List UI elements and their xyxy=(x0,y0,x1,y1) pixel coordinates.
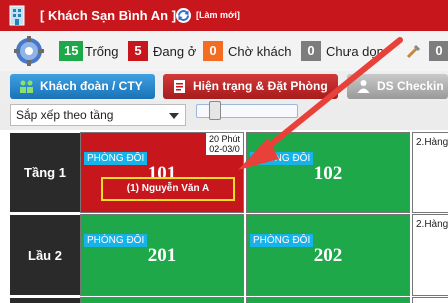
room-card-101[interactable]: PHÒNG ĐÔI 101 20 Phút 02-03/0 (1) Nguyễn… xyxy=(80,132,244,213)
settings-gear-icon[interactable] xyxy=(12,35,46,67)
uncleaned-count: 0 xyxy=(301,41,321,61)
sort-selected-value: Sắp xếp theo tầng xyxy=(16,108,114,122)
occupied-count: 5 xyxy=(128,41,148,61)
repair-tools-icon xyxy=(406,44,421,59)
title-bar: [ Khách Sạn Bình An ] [Làm mới] xyxy=(0,0,448,31)
room-card-next-1[interactable] xyxy=(80,297,244,303)
document-icon xyxy=(174,80,185,93)
sort-dropdown[interactable]: Sắp xếp theo tầng xyxy=(10,104,186,126)
hotel-name: [ Khách Sạn Bình An ] xyxy=(40,8,177,23)
waiting-label: Chờ khách xyxy=(228,44,292,59)
checkin-list-button[interactable]: DS Checkin xyxy=(347,74,448,99)
refresh-link[interactable]: [Làm mới] xyxy=(196,10,240,20)
floor-label-3 xyxy=(10,298,80,303)
stay-duration: 20 Phút 02-03/0 xyxy=(205,133,243,155)
room-card-102[interactable]: PHÒNG ĐÔI 102 xyxy=(246,132,410,213)
room-grid: Tầng 1 Lầu 2 PHÒNG ĐÔI 101 20 Phút 02-03… xyxy=(0,130,448,303)
app-window: [ Khách Sạn Bình An ] [Làm mới] 15 Trống… xyxy=(0,0,448,303)
uncleaned-label: Chưa dọn xyxy=(326,44,384,59)
chevron-down-icon xyxy=(169,113,179,119)
room-card-side-3[interactable] xyxy=(412,297,448,303)
room-header: 2.Hàng xyxy=(416,219,448,230)
room-stats-bar: 15 Trống 5 Đang ở 0 Chờ khách 0 Chưa dọn… xyxy=(0,31,448,71)
room-status-booking-button[interactable]: Hiện trạng & Đặt Phòng xyxy=(163,74,338,99)
room-card-side-1[interactable]: 2.Hàng xyxy=(412,132,448,213)
available-count: 15 xyxy=(59,41,84,61)
floor-label-2: Lầu 2 xyxy=(10,215,80,295)
stay-time: 20 Phút xyxy=(208,134,240,144)
group-guests-label: Khách đoàn / CTY xyxy=(40,79,143,93)
checkin-list-label: DS Checkin xyxy=(377,79,444,93)
available-label: Trống xyxy=(85,44,119,59)
person-icon xyxy=(357,80,370,93)
room-card-201[interactable]: PHÒNG ĐÔI 201 xyxy=(80,214,244,296)
maintenance-count: 0 xyxy=(429,41,448,61)
guest-name[interactable]: (1) Nguyễn Văn A xyxy=(101,177,235,201)
refresh-icon[interactable] xyxy=(175,7,192,24)
stay-date: 02-03/0 xyxy=(209,144,240,154)
waiting-count: 0 xyxy=(203,41,223,61)
room-number: 202 xyxy=(313,245,343,266)
occupied-label: Đang ở xyxy=(153,44,197,59)
room-number: 102 xyxy=(313,163,343,184)
room-number: 201 xyxy=(147,245,177,266)
toolbar: Khách đoàn / CTY Hiện trạng & Đặt Phòng … xyxy=(0,71,448,101)
hotel-building-icon xyxy=(9,5,25,26)
room-card-side-2[interactable]: 2.Hàng xyxy=(412,214,448,296)
floor-label-1: Tầng 1 xyxy=(10,133,80,212)
group-people-icon xyxy=(20,80,33,93)
group-guests-button[interactable]: Khách đoàn / CTY xyxy=(10,74,155,99)
room-card-202[interactable]: PHÒNG ĐÔI 202 xyxy=(246,214,410,296)
room-header: 2.Hàng xyxy=(416,137,448,148)
zoom-slider-handle[interactable] xyxy=(209,101,221,120)
room-card-next-2[interactable] xyxy=(246,297,410,303)
room-status-booking-label: Hiện trạng & Đặt Phòng xyxy=(193,79,328,93)
